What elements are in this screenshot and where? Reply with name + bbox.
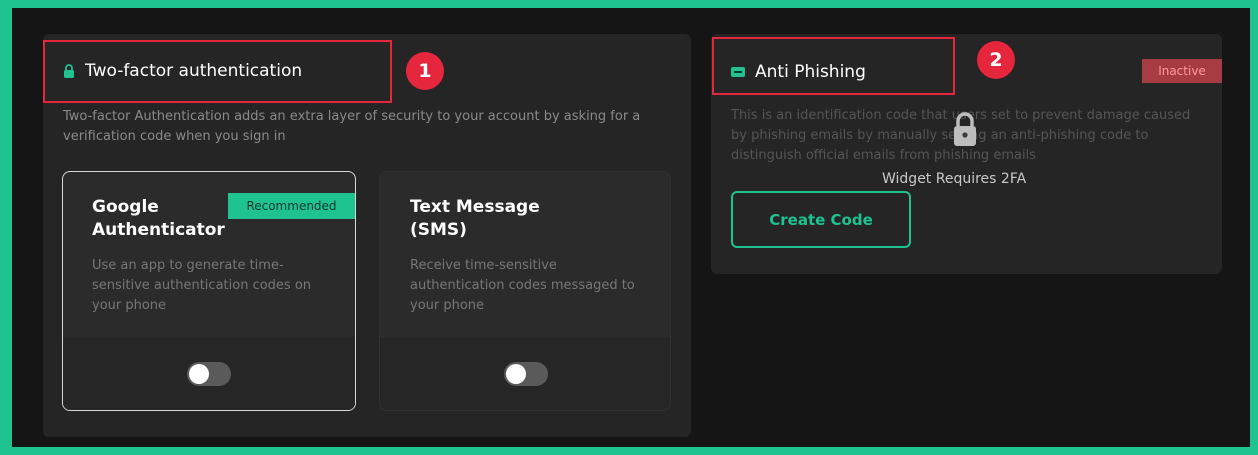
lock-icon xyxy=(64,64,74,78)
sms-toggle[interactable] xyxy=(504,362,548,386)
anti-phishing-title-text: Anti Phishing xyxy=(755,62,866,82)
google-title-line1: Google xyxy=(92,197,159,217)
google-authenticator-card[interactable]: Recommended Google Authenticator Use an … xyxy=(62,171,356,411)
google-authenticator-toggle[interactable] xyxy=(187,362,231,386)
google-title-line2: Authenticator xyxy=(92,220,225,240)
sms-title-line2: (SMS) xyxy=(410,220,467,240)
annotation-badge-2: 2 xyxy=(977,41,1015,79)
code-icon xyxy=(731,67,745,77)
toggle-knob xyxy=(189,364,209,384)
status-badge: Inactive xyxy=(1142,59,1222,83)
two-factor-title: Two-factor authentication xyxy=(63,61,302,81)
widget-requires-2fa-message: Widget Requires 2FA xyxy=(882,171,1027,187)
google-card-footer xyxy=(63,337,355,410)
annotation-badge-1: 1 xyxy=(406,52,444,90)
anti-phishing-title: Anti Phishing xyxy=(731,62,866,82)
lock-overlay-icon xyxy=(950,110,980,152)
two-factor-title-text: Two-factor authentication xyxy=(85,61,303,81)
sms-description: Receive time-sensitive authentication co… xyxy=(410,258,635,313)
create-code-button[interactable]: Create Code xyxy=(731,191,911,248)
two-factor-description: Two-factor Authentication adds an extra … xyxy=(63,109,641,144)
sms-card-footer xyxy=(380,337,670,410)
toggle-knob xyxy=(506,364,526,384)
recommended-badge: Recommended xyxy=(228,193,355,219)
google-authenticator-description: Use an app to generate time-sensitive au… xyxy=(92,258,312,313)
sms-title: Text Message (SMS) xyxy=(410,196,540,242)
google-authenticator-title: Google Authenticator xyxy=(92,196,225,242)
sms-card[interactable]: Text Message (SMS) Receive time-sensitiv… xyxy=(379,171,671,411)
sms-title-line1: Text Message xyxy=(410,197,540,217)
